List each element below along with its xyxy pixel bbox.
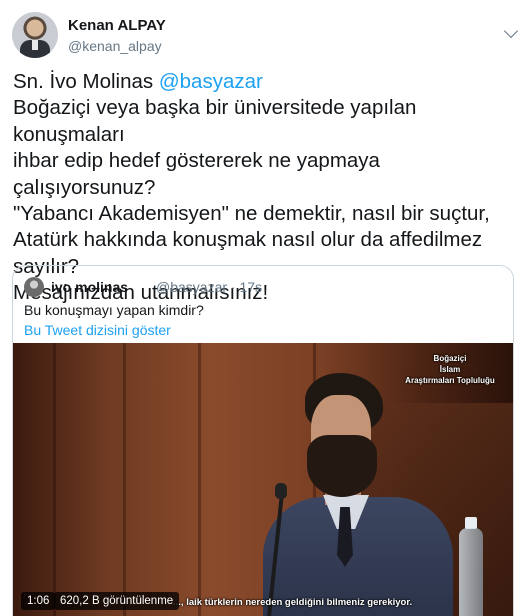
quoted-header: ivo molinas @basyazar · 17s xyxy=(24,277,504,297)
tweet-header: Kenan ALPAY @kenan_alpay xyxy=(12,12,519,60)
video-views-badge: 620,2 B görüntülenme xyxy=(54,592,180,610)
show-thread-link[interactable]: Bu Tweet dizisini göster xyxy=(24,321,171,339)
video-subtitle: ..., laik türklerin nereden geldiğini bi… xyxy=(173,597,413,608)
speaker-figure xyxy=(263,373,453,616)
microphone-icon xyxy=(275,483,287,499)
logo-line-1: Boğaziçi xyxy=(433,354,467,363)
wall-panel-line xyxy=(53,343,56,616)
tweet-text-prefix: Sn. İvo Molinas xyxy=(13,70,159,93)
speaker-beard xyxy=(307,435,377,497)
quoted-text: Bu konuşmayı yapan kimdir? xyxy=(24,302,204,318)
quoted-avatar xyxy=(24,277,44,297)
wall-panel-line xyxy=(198,343,201,616)
quoted-meta: @basyazar · 17s xyxy=(156,279,263,295)
chevron-down-icon[interactable] xyxy=(503,23,519,39)
mention-link[interactable]: @basyazar xyxy=(159,70,263,93)
author-handle[interactable]: @kenan_alpay xyxy=(68,37,166,55)
tweet: Kenan ALPAY @kenan_alpay Sn. İvo Molinas… xyxy=(0,0,524,616)
logo-line-2: İslam xyxy=(439,365,461,374)
video-player[interactable]: Boğaziçi İslam Araştırmaları Topluluğu .… xyxy=(13,343,513,616)
author-names: Kenan ALPAY @kenan_alpay xyxy=(68,16,166,55)
avatar-collar xyxy=(32,40,38,50)
author-display-name[interactable]: Kenan ALPAY xyxy=(68,16,166,35)
wall-panel-line xyxy=(123,343,126,616)
logo-line-3: Araştırmaları Topluluğu xyxy=(405,376,495,385)
quoted-display-name: ivo molinas xyxy=(51,279,129,295)
water-bottle xyxy=(459,528,483,616)
quoted-tweet[interactable]: ivo molinas @basyazar · 17s Bu konuşmayı… xyxy=(12,265,514,616)
channel-logo: Boğaziçi İslam Araştırmaları Topluluğu xyxy=(395,353,505,386)
video-duration-badge: 1:06 xyxy=(21,592,56,610)
avatar[interactable] xyxy=(12,12,58,58)
